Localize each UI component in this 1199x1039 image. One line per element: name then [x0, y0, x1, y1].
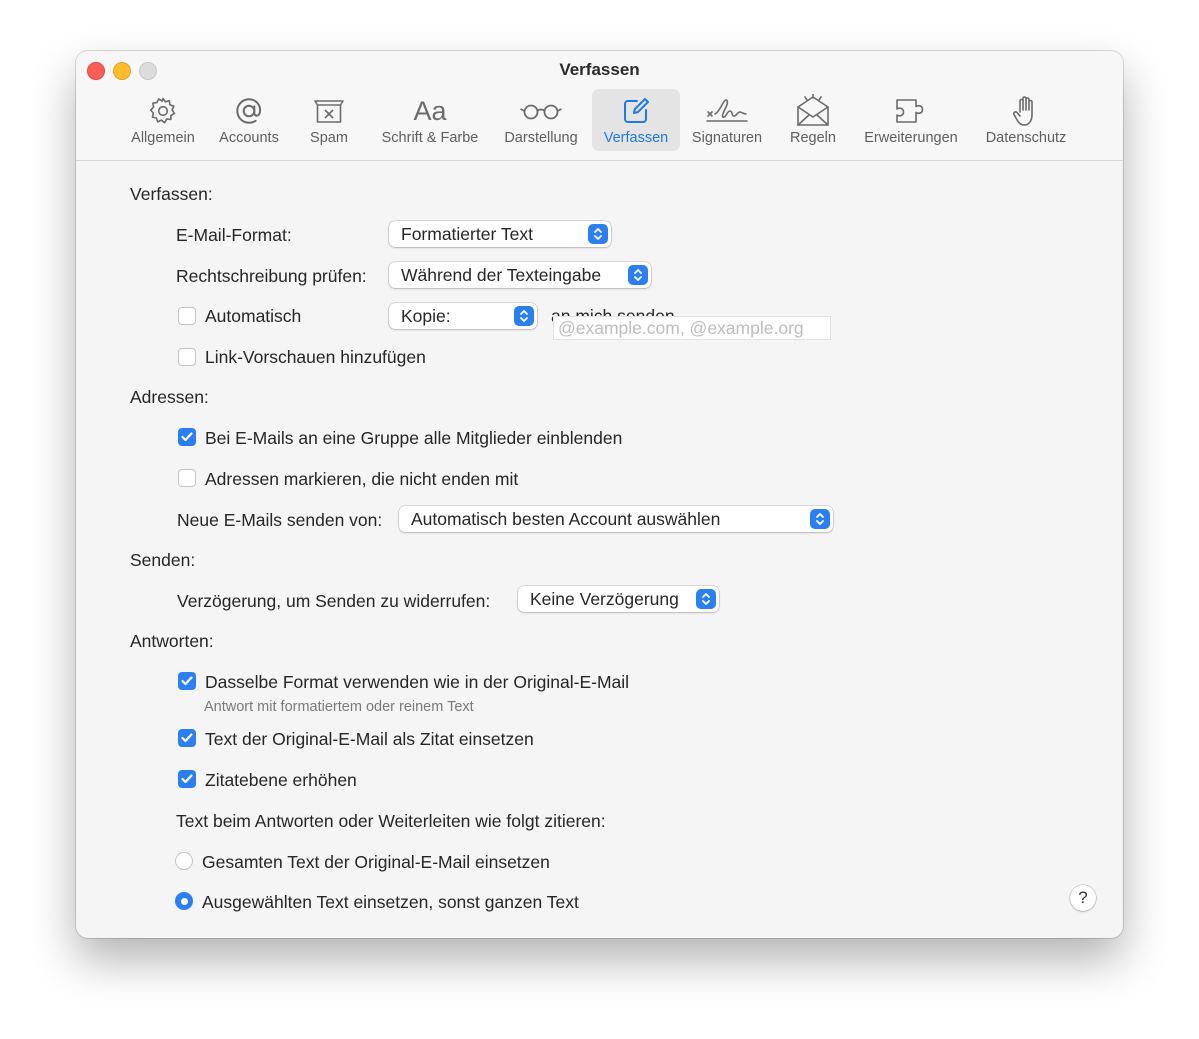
spellcheck-label: Rechtschreibung prüfen:	[176, 266, 367, 286]
help-button[interactable]: ?	[1070, 885, 1096, 911]
undo-send-delay-label: Verzögerung, um Senden zu widerrufen:	[177, 591, 491, 611]
quote-all-radio[interactable]	[175, 852, 193, 870]
auto-copy-checkbox[interactable]	[178, 307, 196, 325]
quote-mode-label: Text beim Antworten oder Weiterleiten wi…	[176, 811, 606, 831]
auto-copy-label: Automatisch	[205, 306, 302, 326]
preferences-window: Verfassen Allgemein Accounts Spam Aa Sch…	[76, 51, 1123, 938]
spellcheck-popup[interactable]: Während der Texteingabe	[389, 262, 651, 288]
undo-send-delay-popup[interactable]: Keine Verzögerung	[518, 586, 719, 612]
tab-accounts[interactable]: Accounts	[208, 89, 290, 151]
glasses-icon	[519, 94, 563, 128]
show-group-members-checkbox[interactable]	[178, 428, 196, 446]
tab-verfassen[interactable]: Verfassen	[592, 89, 680, 151]
increase-quote-level-label: Zitatebene erhöhen	[205, 770, 357, 790]
email-format-popup[interactable]: Formatierter Text	[389, 221, 611, 247]
section-header-verfassen: Verfassen:	[130, 184, 213, 204]
envelope-rules-icon	[795, 94, 831, 128]
tab-schrift-farbe[interactable]: Aa Schrift & Farbe	[368, 89, 492, 151]
signature-icon	[705, 94, 749, 128]
checkmark-icon	[181, 432, 193, 442]
link-preview-checkbox[interactable]	[178, 348, 196, 366]
link-preview-label: Link-Vorschauen hinzufügen	[205, 347, 426, 367]
gear-icon	[148, 94, 178, 128]
tab-datenschutz[interactable]: Datenschutz	[976, 89, 1076, 151]
tab-regeln[interactable]: Regeln	[776, 89, 850, 151]
same-format-description: Antwort mit formatiertem oder reinem Tex…	[204, 699, 474, 715]
quote-original-checkbox[interactable]	[178, 729, 196, 747]
checkmark-icon	[181, 774, 193, 784]
same-format-checkbox[interactable]	[178, 672, 196, 690]
mark-addresses-label: Adressen markieren, die nicht enden mit	[205, 469, 519, 489]
section-header-antworten: Antworten:	[130, 631, 214, 651]
up-down-chevron-icon	[588, 224, 608, 244]
up-down-chevron-icon	[628, 265, 648, 285]
quote-all-label: Gesamten Text der Original-E-Mail einset…	[202, 852, 550, 872]
mark-addresses-checkbox[interactable]	[178, 469, 196, 487]
compose-icon	[621, 94, 651, 128]
section-header-adressen: Adressen:	[130, 387, 209, 407]
copy-type-popup[interactable]: Kopie:	[389, 303, 537, 329]
same-format-label: Dasselbe Format verwenden wie in der Ori…	[205, 672, 630, 692]
tab-erweiterungen[interactable]: Erweiterungen	[856, 89, 966, 151]
increase-quote-level-checkbox[interactable]	[178, 770, 196, 788]
font-aa-icon: Aa	[413, 96, 447, 126]
toolbar: Verfassen Allgemein Accounts Spam Aa Sch…	[76, 51, 1123, 161]
junk-tray-icon	[312, 94, 346, 128]
quote-original-label: Text der Original-E-Mail als Zitat einse…	[205, 729, 534, 749]
checkmark-icon	[181, 733, 193, 743]
domain-exceptions-field[interactable]: @example.com, @example.org	[553, 316, 831, 340]
up-down-chevron-icon	[696, 589, 716, 609]
quote-selected-label: Ausgewählten Text einsetzen, sonst ganze…	[202, 892, 579, 912]
checkmark-icon	[181, 676, 193, 686]
section-header-senden: Senden:	[130, 550, 196, 570]
tab-darstellung[interactable]: Darstellung	[496, 89, 586, 151]
tab-signaturen[interactable]: Signaturen	[684, 89, 770, 151]
send-from-popup[interactable]: Automatisch besten Account auswählen	[399, 506, 833, 532]
tab-allgemein[interactable]: Allgemein	[122, 89, 204, 151]
hand-icon	[1012, 94, 1040, 128]
window-title: Verfassen	[559, 60, 640, 79]
tab-spam[interactable]: Spam	[294, 89, 364, 151]
show-group-members-label: Bei E-Mails an eine Gruppe alle Mitglied…	[205, 428, 623, 448]
puzzle-icon	[894, 94, 928, 128]
compose-settings-pane: Verfassen: E-Mail-Format: Formatierter T…	[76, 161, 1123, 938]
send-from-label: Neue E-Mails senden von:	[177, 510, 383, 530]
up-down-chevron-icon	[810, 509, 830, 529]
up-down-chevron-icon	[514, 306, 534, 326]
at-sign-icon	[233, 94, 265, 128]
quote-selected-radio[interactable]	[175, 892, 193, 910]
email-format-label: E-Mail-Format:	[176, 225, 292, 245]
